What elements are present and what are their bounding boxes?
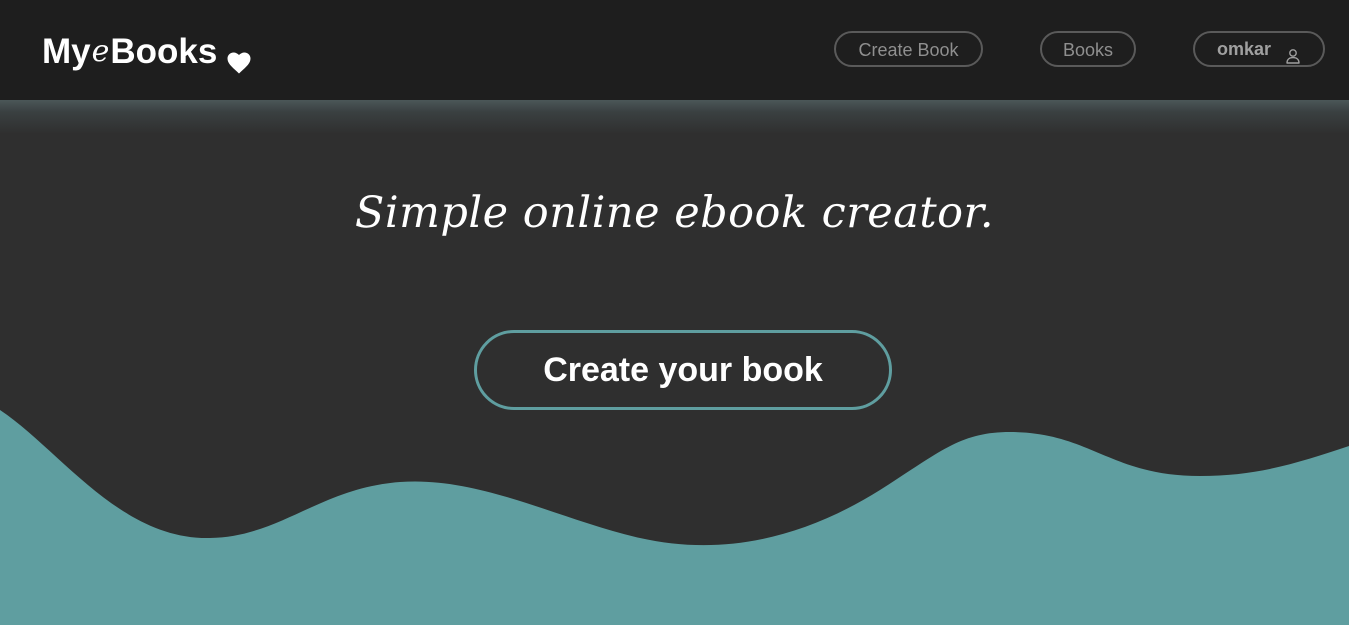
user-icon bbox=[1285, 41, 1301, 64]
navbar: My e Books Create Book Books omkar bbox=[0, 0, 1349, 100]
brand-prefix: My bbox=[42, 32, 91, 71]
hero-tagline: Simple online ebook creator. bbox=[354, 188, 995, 238]
user-menu-button[interactable]: omkar bbox=[1193, 31, 1325, 67]
brand-logo[interactable]: My e Books bbox=[42, 30, 251, 74]
create-your-book-button[interactable]: Create your book bbox=[474, 330, 892, 410]
heart-icon bbox=[227, 41, 251, 74]
user-name: omkar bbox=[1216, 39, 1272, 59]
nav-books-button[interactable]: Books bbox=[1040, 31, 1136, 67]
nav-create-book-button[interactable]: Create Book bbox=[834, 31, 983, 67]
brand-emphasis: e bbox=[91, 34, 110, 69]
brand-suffix: Books bbox=[110, 32, 218, 71]
navbar-shadow bbox=[0, 100, 1349, 134]
